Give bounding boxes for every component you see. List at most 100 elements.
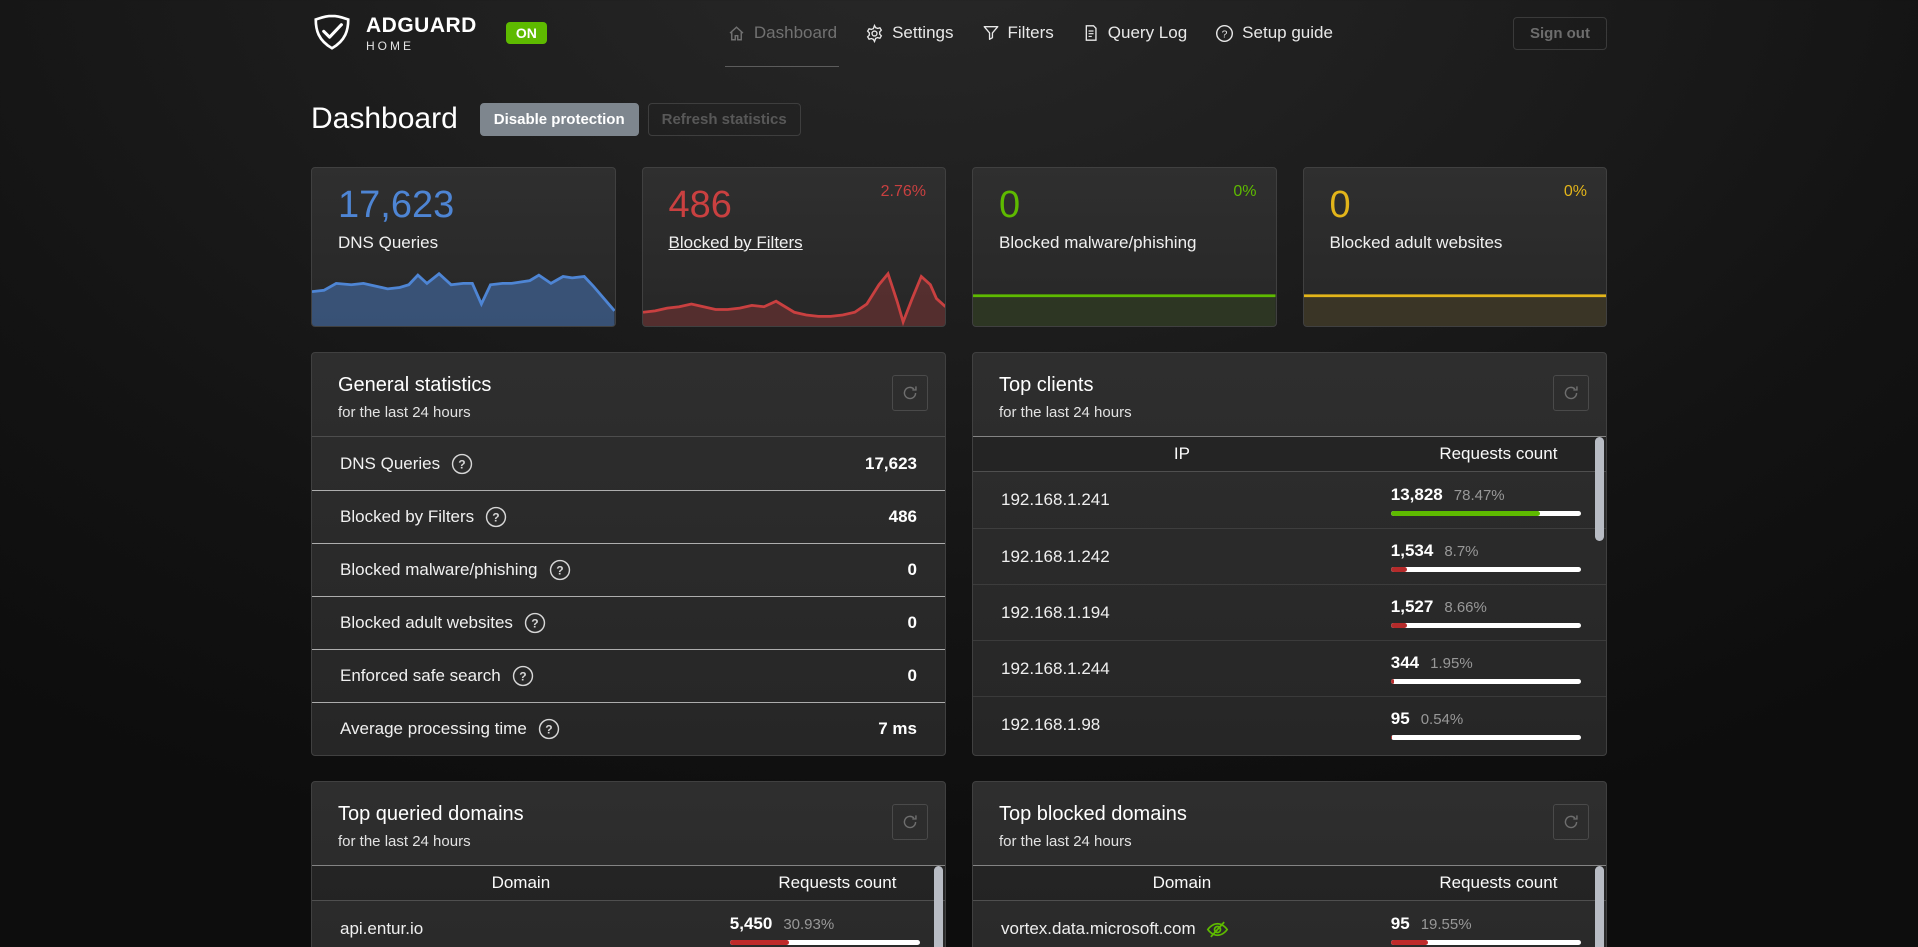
help-icon[interactable]: ? xyxy=(524,612,546,634)
disable-protection-button[interactable]: Disable protection xyxy=(479,102,639,136)
column-header-requests-count: Requests count xyxy=(778,873,897,892)
top-blocked-domains-panel: Top blocked domains for the last 24 hour… xyxy=(972,781,1607,947)
panel-subtitle: for the last 24 hours xyxy=(338,833,471,850)
stat-card-blocked-malware-phishing: 0% 0 Blocked malware/phishing xyxy=(972,167,1277,327)
stat-row-label: Enforced safe search xyxy=(340,666,501,685)
adguard-shield-logo-icon xyxy=(311,11,353,55)
stat-card-label: Blocked adult websites xyxy=(1329,233,1503,252)
requests-progress-bar xyxy=(1390,567,1581,572)
nav-item-label: Settings xyxy=(892,23,954,42)
svg-text:?: ? xyxy=(492,510,499,524)
main-nav: Dashboard Settings Filters Query Log? Setup … xyxy=(724,23,1333,67)
table-header: Domain Requests count xyxy=(312,866,945,901)
svg-text:?: ? xyxy=(531,616,538,630)
stat-card-label[interactable]: Blocked by Filters xyxy=(669,233,946,253)
refresh-icon xyxy=(1562,384,1580,402)
brand-subtitle: HOME xyxy=(366,38,414,53)
requests-progress-bar xyxy=(1390,679,1581,684)
refresh-icon xyxy=(901,384,919,402)
refresh-icon xyxy=(1562,813,1580,831)
nav-item-filters[interactable]: Filters xyxy=(982,23,1054,43)
table-row: 192.168.1.241 13,828 78.47% xyxy=(973,472,1606,528)
help-icon[interactable]: ? xyxy=(538,718,560,740)
stat-row-value: 0 xyxy=(907,666,917,685)
table-row: 192.168.1.242 1,534 8.7% xyxy=(973,528,1606,584)
stat-card-label: DNS Queries xyxy=(338,233,439,252)
panel-title: General statistics xyxy=(338,374,492,396)
requests-percent: 1.95% xyxy=(1430,655,1473,672)
stat-row-value: 0 xyxy=(907,560,917,579)
help-icon[interactable]: ? xyxy=(485,506,507,528)
stat-card-dns-queries: 17,623 DNS Queries xyxy=(311,167,616,327)
nav-item-settings[interactable]: Settings xyxy=(865,23,954,43)
sign-out-button[interactable]: Sign out xyxy=(1512,16,1607,50)
stat-row-label: Blocked malware/phishing xyxy=(340,560,538,579)
stat-card-value: 17,623 xyxy=(338,184,455,226)
dashboard-page: Dashboard Disable protection Refresh sta… xyxy=(311,102,1607,947)
column-header-ip: IP xyxy=(1173,444,1190,463)
adguard-brand: ADGUARD HOME ON xyxy=(311,11,547,55)
panel-title: Top blocked domains xyxy=(999,803,1187,825)
refresh-icon-button[interactable] xyxy=(1553,804,1589,840)
nav-item-dashboard[interactable]: Dashboard xyxy=(724,23,840,67)
refresh-icon-button[interactable] xyxy=(892,804,928,840)
requests-progress-bar xyxy=(1390,939,1581,945)
refresh-statistics-button[interactable]: Refresh statistics xyxy=(647,102,801,136)
document-icon xyxy=(1082,24,1100,42)
stat-row-value: 0 xyxy=(907,613,917,632)
stat-card-blocked-by-filters: 2.76% 486 Blocked by Filters xyxy=(641,167,946,327)
row-main-value: 192.168.1.98 xyxy=(1001,714,1101,734)
top-clients-panel: Top clients for the last 24 hours IP Req… xyxy=(972,352,1607,756)
panel-title: Top clients xyxy=(999,374,1094,396)
requests-count: 1,527 xyxy=(1390,597,1434,616)
help-icon[interactable]: ? xyxy=(549,559,571,581)
sparkline-chart xyxy=(642,271,945,326)
stat-row-value: 486 xyxy=(888,507,917,526)
panel-subtitle: for the last 24 hours xyxy=(999,404,1132,421)
nav-item-label: Dashboard xyxy=(753,23,838,42)
stat-row-label: Average processing time xyxy=(340,719,527,738)
help-icon[interactable]: ? xyxy=(451,453,473,475)
stat-card-percent: 2.76% xyxy=(880,183,926,200)
nav-item-query-log[interactable]: Query Log xyxy=(1082,23,1187,43)
scrollbar-thumb[interactable] xyxy=(1595,437,1604,541)
table-row: 192.168.1.98 95 0.54% xyxy=(973,696,1606,752)
question-icon: ? xyxy=(1215,24,1234,43)
stat-row-label: Blocked by Filters xyxy=(340,507,475,526)
requests-percent: 8.66% xyxy=(1444,599,1487,616)
page-title: Dashboard xyxy=(311,102,458,135)
nav-item-label: Filters xyxy=(1007,23,1054,42)
requests-count: 13,828 xyxy=(1390,484,1443,504)
refresh-icon-button[interactable] xyxy=(1553,375,1589,411)
sparkline-chart xyxy=(312,271,615,326)
requests-count: 95 xyxy=(1390,913,1410,933)
svg-text:?: ? xyxy=(458,457,465,471)
svg-text:?: ? xyxy=(545,722,552,736)
nav-item-setup-guide[interactable]: ? Setup guide xyxy=(1215,23,1333,43)
eye-off-icon[interactable] xyxy=(1206,918,1229,941)
sparkline-chart xyxy=(973,271,1276,326)
page-head: Dashboard Disable protection Refresh sta… xyxy=(311,102,1607,136)
stat-row-dns-queries: DNS Queries? 17,623 xyxy=(312,437,945,490)
requests-percent: 30.93% xyxy=(783,915,835,933)
column-header-domain: Domain xyxy=(1152,873,1212,892)
row-main-value: vortex.data.microsoft.com xyxy=(1001,919,1196,938)
requests-count: 344 xyxy=(1390,653,1420,672)
funnel-icon xyxy=(982,24,1000,42)
stat-row-enforced-safe-search: Enforced safe search? 0 xyxy=(312,649,945,702)
stat-row-blocked-adult-websites: Blocked adult websites? 0 xyxy=(312,596,945,649)
scrollbar-thumb[interactable] xyxy=(934,866,943,947)
help-icon[interactable]: ? xyxy=(512,665,534,687)
requests-count: 95 xyxy=(1390,709,1410,728)
refresh-icon xyxy=(901,813,919,831)
row-main-value: api.entur.io xyxy=(340,919,424,938)
nav-item-label: Setup guide xyxy=(1242,23,1333,42)
panel-subtitle: for the last 24 hours xyxy=(338,404,471,421)
stat-row-blocked-by-filters: Blocked by Filters? 486 xyxy=(312,490,945,543)
scrollbar-thumb[interactable] xyxy=(1595,866,1604,947)
requests-count: 1,534 xyxy=(1390,541,1434,560)
stat-row-value: 7 ms xyxy=(878,719,917,738)
table-header: IP Requests count xyxy=(973,437,1606,472)
refresh-icon-button[interactable] xyxy=(892,375,928,411)
nav-item-label: Query Log xyxy=(1107,23,1188,42)
